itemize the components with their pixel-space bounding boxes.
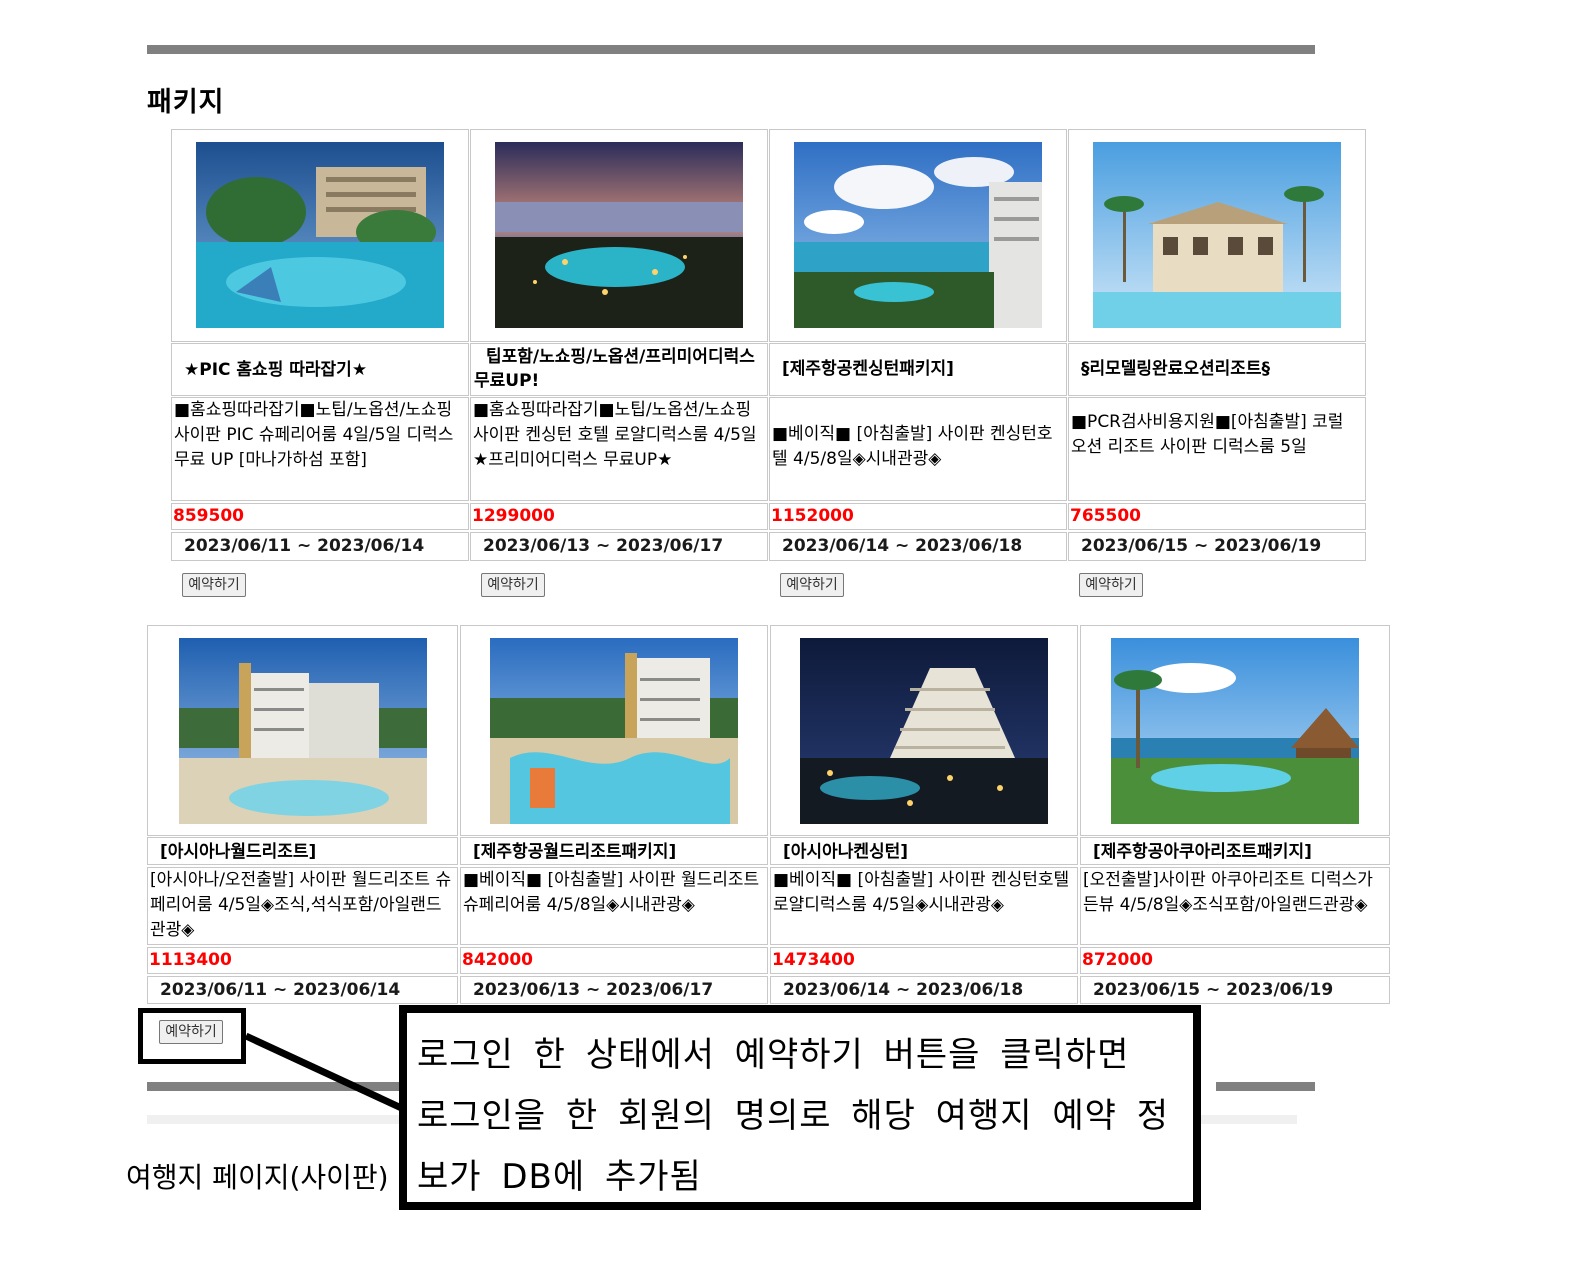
reserve-button[interactable]: 예약하기 [481, 573, 545, 597]
package-image[interactable] [490, 638, 738, 824]
bottom-divider [147, 1082, 399, 1091]
package-dates-cell: 2023/06/13 ~ 2023/06/17 [460, 976, 768, 1004]
thumbnail-cell [770, 625, 1078, 836]
package-price-cell: 859500 [171, 503, 469, 530]
package-dates: 2023/06/11 ~ 2023/06/14 [184, 536, 425, 556]
highlight-box [138, 1008, 246, 1064]
package-price: 765500 [1070, 506, 1141, 526]
package-description: [오전출발]사이판 아쿠아리조트 디럭스가든뷰 4/5/8일◈조식포함/아일랜드… [1083, 870, 1373, 915]
bottom-divider [1216, 1082, 1315, 1091]
section-title: 패키지 [147, 87, 225, 118]
package-name[interactable]: [아시아나월드리조트] [148, 838, 457, 864]
package-name-cell: [아시아나켄싱턴] [770, 837, 1078, 865]
annotation-line: 보가 DB에 추가됨 [417, 1157, 702, 1197]
package-price: 859500 [173, 506, 244, 526]
package-dates: 2023/06/13 ~ 2023/06/17 [483, 536, 724, 556]
package-name-cell: 팁포함/노쇼핑/노옵션/프리미어디럭스 무료UP! [470, 343, 768, 396]
package-name[interactable]: 팁포함/노쇼핑/노옵션/프리미어디럭스 무료UP! [471, 344, 767, 393]
package-dates: 2023/06/14 ~ 2023/06/18 [782, 536, 1023, 556]
package-description-cell: ■홈쇼핑따라잡기■노팁/노옵션/노쇼핑 사이판 켄싱턴 호텔 로얄디럭스룸 4/… [470, 397, 768, 501]
package-name[interactable]: [제주항공월드리조트패키지] [461, 838, 767, 864]
package-description: ■PCR검사비용지원■[아침출발] 코럴 오션 리조트 사이판 디럭스룸 5일 [1071, 412, 1344, 457]
package-price-cell: 872000 [1080, 947, 1390, 974]
package-description-cell: ■PCR검사비용지원■[아침출발] 코럴 오션 리조트 사이판 디럭스룸 5일 [1068, 397, 1366, 501]
package-name[interactable]: ★PIC 홈쇼핑 따라잡기★ [172, 344, 468, 382]
package-price-cell: 1299000 [470, 503, 768, 530]
package-description: ■베이직■ [아침출발] 사이판 월드리조트 슈페리어룸 4/5/8일◈시내관광… [463, 870, 760, 915]
package-dates: 2023/06/13 ~ 2023/06/17 [473, 980, 714, 1000]
package-image[interactable] [495, 142, 743, 328]
package-description: ■홈쇼핑따라잡기■노팁/노옵션/노쇼핑 사이판 PIC 슈페리어룸 4일/5일 … [174, 400, 454, 470]
package-name-cell: [제주항공켄싱턴패키지] [769, 343, 1067, 396]
thumbnail-cell [171, 129, 469, 342]
package-price: 1299000 [472, 506, 555, 526]
thumbnail-cell [1068, 129, 1366, 342]
package-image[interactable] [1111, 638, 1359, 824]
package-price: 872000 [1082, 950, 1153, 970]
package-description: ■베이직■ [아침출발] 사이판 켄싱턴호텔 로얄디럭스룸 4/5일◈시내관광◈ [773, 870, 1070, 915]
package-name[interactable]: §리모델링완료오션리조트§ [1069, 344, 1365, 381]
package-description-cell: [오전출발]사이판 아쿠아리조트 디럭스가든뷰 4/5/8일◈조식포함/아일랜드… [1080, 867, 1390, 945]
package-dates: 2023/06/15 ~ 2023/06/19 [1093, 980, 1334, 1000]
package-name-cell: §리모델링완료오션리조트§ [1068, 343, 1366, 396]
package-name[interactable]: [제주항공아쿠아리조트패키지] [1081, 838, 1389, 864]
package-price-cell: 765500 [1068, 503, 1366, 530]
package-dates: 2023/06/11 ~ 2023/06/14 [160, 980, 401, 1000]
package-name-cell: [제주항공월드리조트패키지] [460, 837, 768, 865]
package-price-cell: 1473400 [770, 947, 1078, 974]
package-name[interactable]: [아시아나켄싱턴] [771, 838, 1077, 864]
package-image[interactable] [178, 638, 427, 824]
package-dates-cell: 2023/06/15 ~ 2023/06/19 [1080, 976, 1390, 1004]
annotation-line: 로그인 한 상태에서 예약하기 버튼을 클릭하면 [417, 1035, 1130, 1075]
package-price: 842000 [462, 950, 533, 970]
package-name[interactable]: [제주항공켄싱턴패키지] [770, 344, 1066, 381]
package-image[interactable] [800, 638, 1048, 824]
package-price: 1473400 [772, 950, 855, 970]
package-dates-cell: 2023/06/14 ~ 2023/06/18 [770, 976, 1078, 1004]
thumbnail-cell [147, 625, 458, 836]
package-image[interactable] [794, 142, 1042, 328]
package-price-cell: 842000 [460, 947, 768, 974]
package-dates-cell: 2023/06/14 ~ 2023/06/18 [769, 532, 1067, 561]
thumbnail-cell [1080, 625, 1390, 836]
package-dates-cell: 2023/06/13 ~ 2023/06/17 [470, 532, 768, 561]
package-price: 1152000 [771, 506, 854, 526]
reserve-button[interactable]: 예약하기 [182, 573, 246, 597]
reserve-button[interactable]: 예약하기 [780, 573, 844, 597]
package-price-cell: 1113400 [147, 947, 458, 974]
package-description: [아시아나/오전출발] 사이판 월드리조트 슈페리어룸 4/5일◈조식,석식포함… [150, 870, 452, 940]
package-dates-cell: 2023/06/11 ~ 2023/06/14 [147, 976, 458, 1004]
package-description-cell: ■베이직■ [아침출발] 사이판 월드리조트 슈페리어룸 4/5/8일◈시내관광… [460, 867, 768, 945]
package-description-cell: ■베이직■ [아침출발] 사이판 켄싱턴호텔 4/5/8일◈시내관광◈ [769, 397, 1067, 501]
package-description-cell: ■홈쇼핑따라잡기■노팁/노옵션/노쇼핑 사이판 PIC 슈페리어룸 4일/5일 … [171, 397, 469, 501]
package-name-cell: ★PIC 홈쇼핑 따라잡기★ [171, 343, 469, 396]
package-price-cell: 1152000 [769, 503, 1067, 530]
thumbnail-cell [470, 129, 768, 342]
package-description: ■홈쇼핑따라잡기■노팁/노옵션/노쇼핑 사이판 켄싱턴 호텔 로얄디럭스룸 4/… [473, 400, 757, 470]
package-name-cell: [제주항공아쿠아리조트패키지] [1080, 837, 1390, 865]
annotation-callout: 로그인 한 상태에서 예약하기 버튼을 클릭하면 로그인을 한 회원의 명의로 … [399, 1005, 1201, 1210]
package-dates: 2023/06/15 ~ 2023/06/19 [1081, 536, 1322, 556]
thumbnail-cell [460, 625, 768, 836]
package-image[interactable] [1093, 142, 1341, 328]
annotation-line: 로그인을 한 회원의 명의로 해당 여행지 예약 정 [417, 1096, 1169, 1136]
package-description: ■베이직■ [아침출발] 사이판 켄싱턴호텔 4/5/8일◈시내관광◈ [772, 424, 1053, 469]
top-divider [147, 45, 1315, 54]
page-caption: 여행지 페이지(사이판) [126, 1161, 389, 1194]
package-dates-cell: 2023/06/11 ~ 2023/06/14 [171, 532, 469, 561]
package-price: 1113400 [149, 950, 232, 970]
package-dates-cell: 2023/06/15 ~ 2023/06/19 [1068, 532, 1366, 561]
package-description-cell: [아시아나/오전출발] 사이판 월드리조트 슈페리어룸 4/5일◈조식,석식포함… [147, 867, 458, 945]
package-dates: 2023/06/14 ~ 2023/06/18 [783, 980, 1024, 1000]
reserve-button[interactable]: 예약하기 [1079, 573, 1143, 597]
thumbnail-cell [769, 129, 1067, 342]
package-name-cell: [아시아나월드리조트] [147, 837, 458, 865]
package-image[interactable] [196, 142, 444, 328]
package-description-cell: ■베이직■ [아침출발] 사이판 켄싱턴호텔 로얄디럭스룸 4/5일◈시내관광◈ [770, 867, 1078, 945]
